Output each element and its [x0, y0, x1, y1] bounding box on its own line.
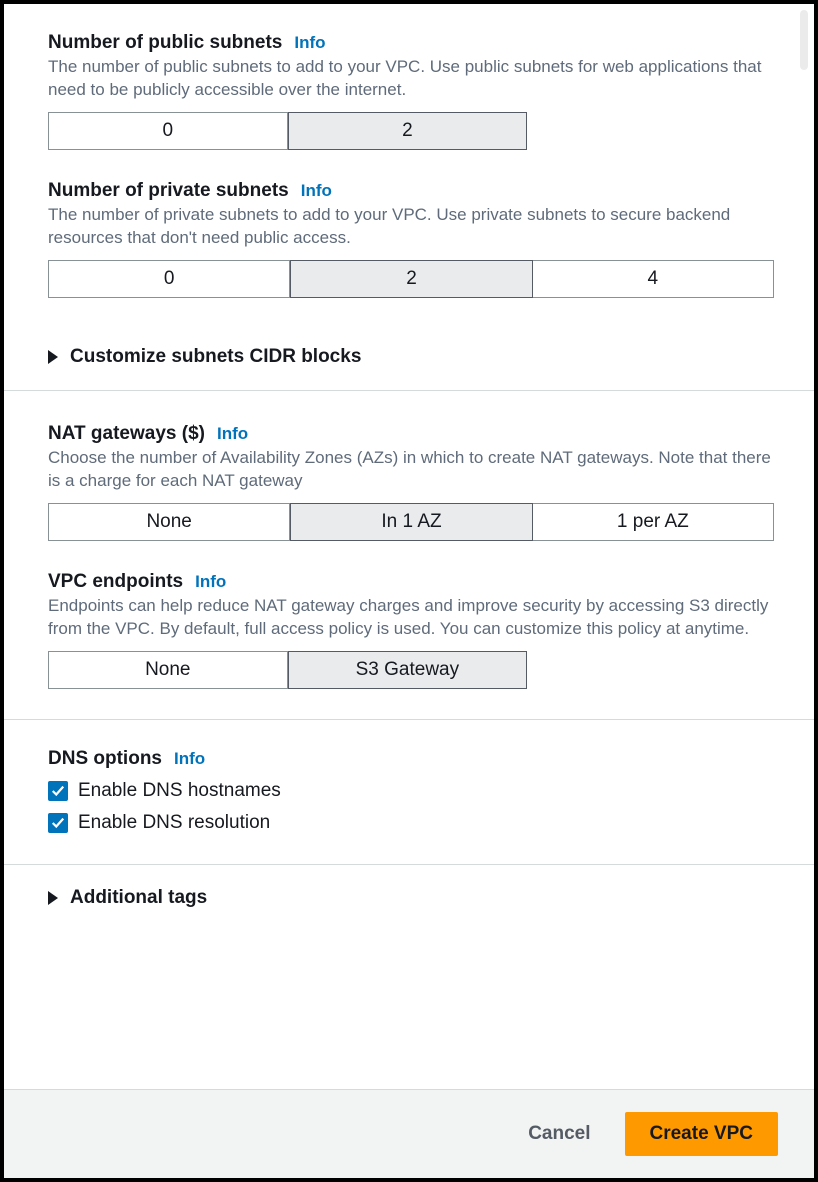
additional-tags-label: Additional tags	[70, 887, 207, 909]
additional-tags-expander[interactable]: Additional tags	[48, 865, 774, 913]
vpc-endpoints-options: None S3 Gateway	[48, 651, 527, 689]
check-icon	[51, 816, 65, 830]
vpc-endpoint-s3-gateway[interactable]: S3 Gateway	[288, 651, 528, 689]
private-subnets-option-2[interactable]: 2	[290, 260, 532, 298]
caret-right-icon	[48, 350, 58, 364]
customize-cidr-label: Customize subnets CIDR blocks	[70, 346, 361, 368]
public-subnets-section: Number of public subnets Info The number…	[48, 32, 774, 150]
create-vpc-button[interactable]: Create VPC	[625, 1112, 779, 1156]
dns-hostnames-label: Enable DNS hostnames	[78, 780, 281, 802]
footer-actions: Cancel Create VPC	[4, 1089, 814, 1178]
nat-option-in-1-az[interactable]: In 1 AZ	[290, 503, 532, 541]
nat-gateways-section: NAT gateways ($) Info Choose the number …	[48, 395, 774, 541]
dns-options-label: DNS options	[48, 748, 162, 770]
nat-gateways-options: None In 1 AZ 1 per AZ	[48, 503, 774, 541]
vpc-endpoints-section: VPC endpoints Info Endpoints can help re…	[48, 571, 774, 689]
public-subnets-description: The number of public subnets to add to y…	[48, 56, 774, 102]
nat-gateways-info-link[interactable]: Info	[217, 424, 248, 444]
caret-right-icon	[48, 891, 58, 905]
public-subnets-label: Number of public subnets	[48, 32, 282, 54]
dns-resolution-label: Enable DNS resolution	[78, 812, 270, 834]
private-subnets-options: 0 2 4	[48, 260, 774, 298]
vpc-endpoints-label: VPC endpoints	[48, 571, 183, 593]
check-icon	[51, 784, 65, 798]
public-subnets-options: 0 2	[48, 112, 527, 150]
nat-option-none[interactable]: None	[48, 503, 290, 541]
dns-options-info-link[interactable]: Info	[174, 749, 205, 769]
private-subnets-section: Number of private subnets Info The numbe…	[48, 180, 774, 298]
vpc-form-content: Number of public subnets Info The number…	[4, 4, 814, 913]
private-subnets-option-4[interactable]: 4	[533, 260, 774, 298]
dns-options-section: DNS options Info Enable DNS hostnames En…	[48, 720, 774, 834]
dns-hostnames-checkbox[interactable]	[48, 781, 68, 801]
cancel-button[interactable]: Cancel	[522, 1113, 596, 1155]
vpc-endpoints-info-link[interactable]: Info	[195, 572, 226, 592]
nat-option-1-per-az[interactable]: 1 per AZ	[533, 503, 774, 541]
vpc-endpoint-none[interactable]: None	[48, 651, 288, 689]
private-subnets-description: The number of private subnets to add to …	[48, 204, 774, 250]
scrollbar-hint	[800, 10, 808, 70]
nat-gateways-description: Choose the number of Availability Zones …	[48, 447, 774, 493]
customize-cidr-expander[interactable]: Customize subnets CIDR blocks	[48, 328, 774, 372]
public-subnets-option-0[interactable]: 0	[48, 112, 288, 150]
public-subnets-info-link[interactable]: Info	[294, 33, 325, 53]
vpc-endpoints-description: Endpoints can help reduce NAT gateway ch…	[48, 595, 774, 641]
nat-gateways-label: NAT gateways ($)	[48, 423, 205, 445]
dns-resolution-checkbox[interactable]	[48, 813, 68, 833]
private-subnets-option-0[interactable]: 0	[48, 260, 290, 298]
private-subnets-info-link[interactable]: Info	[301, 181, 332, 201]
private-subnets-label: Number of private subnets	[48, 180, 289, 202]
public-subnets-option-2[interactable]: 2	[288, 112, 528, 150]
divider	[4, 390, 814, 391]
